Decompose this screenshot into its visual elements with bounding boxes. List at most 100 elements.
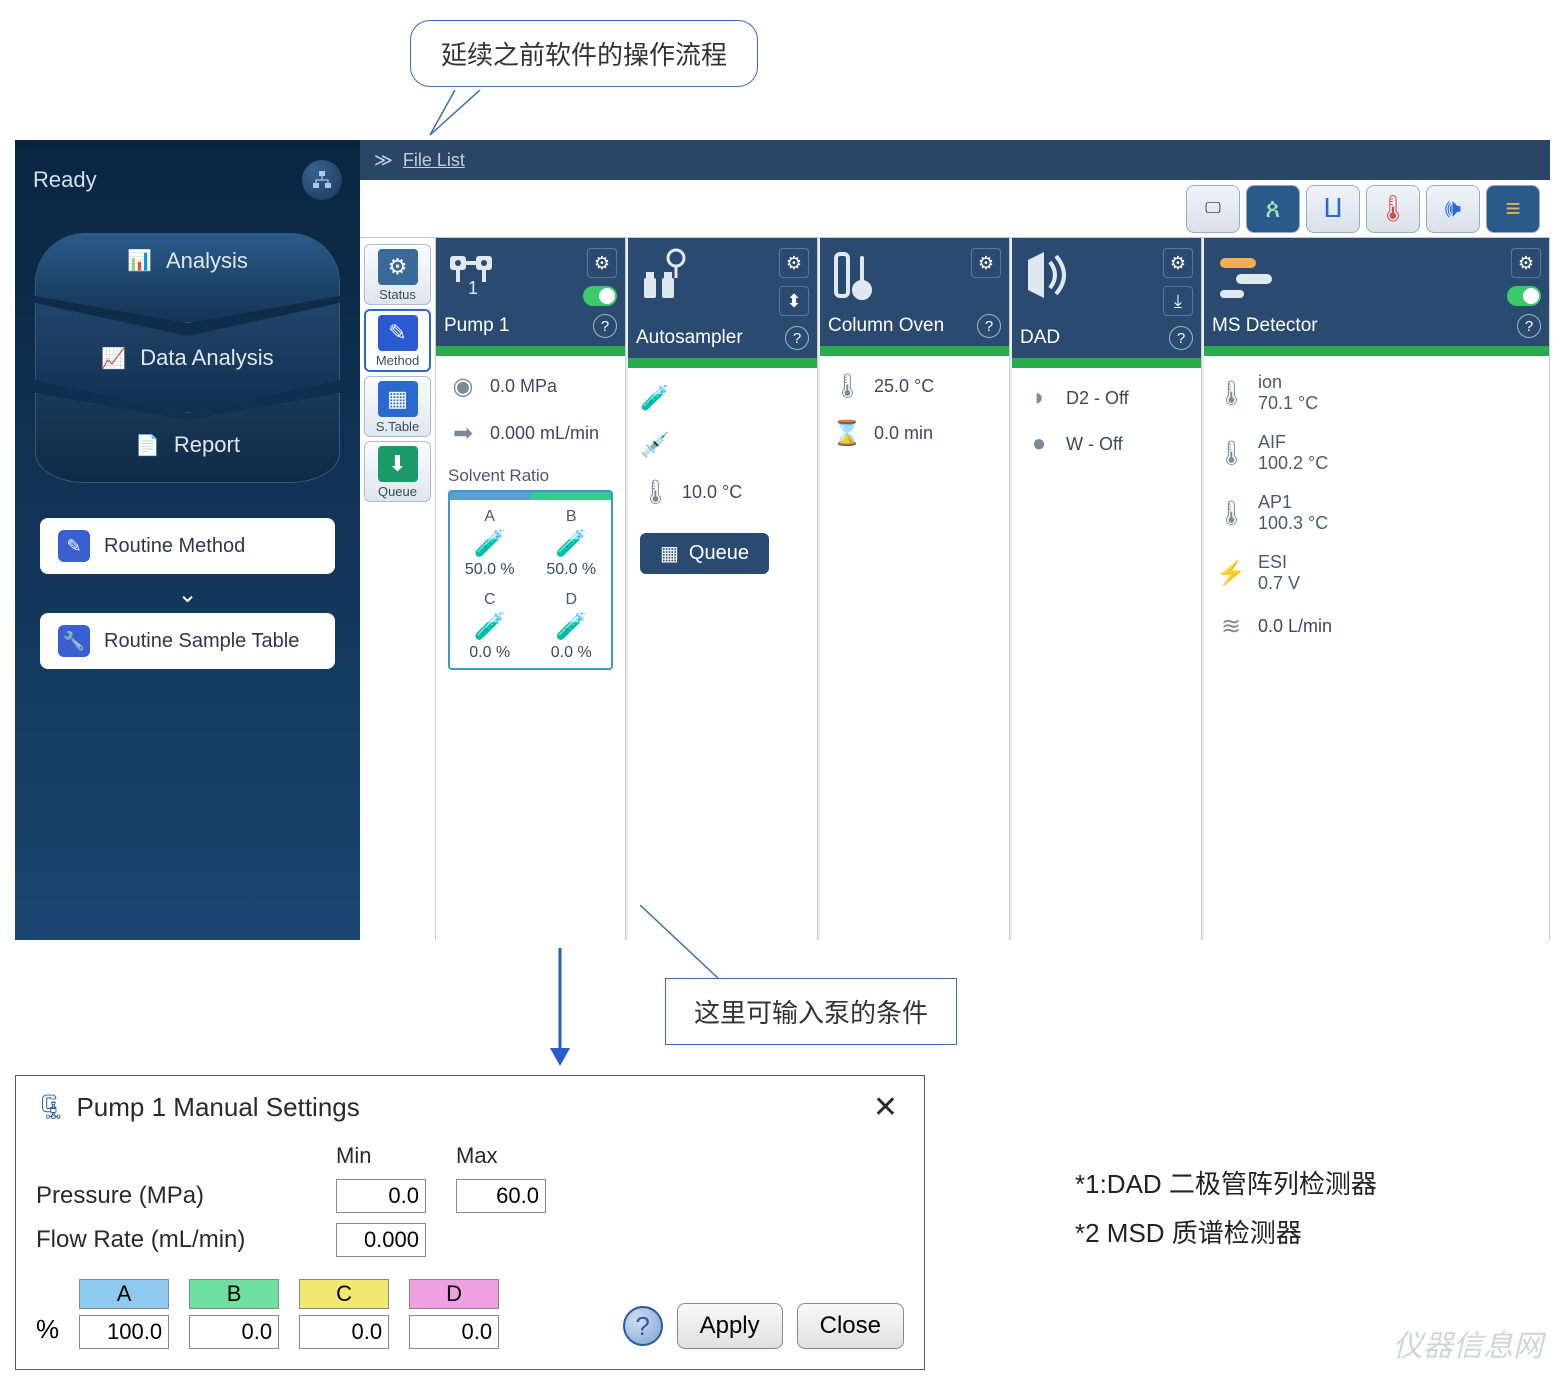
vial-icon: 🧪 bbox=[640, 384, 670, 413]
speaker-icon: 🕪 bbox=[1445, 193, 1461, 225]
tb-autosampler-button[interactable]: ⵡ bbox=[1306, 185, 1360, 233]
thermometer-icon: 🌡 bbox=[1216, 499, 1246, 528]
max-header: Max bbox=[456, 1143, 566, 1169]
network-button[interactable] bbox=[302, 160, 342, 200]
autosampler-settings-button[interactable]: ⚙ bbox=[779, 248, 809, 278]
module-method[interactable]: ✎Method bbox=[364, 309, 431, 372]
dad-settings-button[interactable]: ⚙ bbox=[1163, 248, 1193, 278]
module-queue-label: Queue bbox=[378, 484, 417, 499]
module-queue[interactable]: ⬇ Queue bbox=[364, 441, 431, 502]
tb-ms-button[interactable]: ≡ bbox=[1486, 185, 1540, 233]
solvent-c: C🧪0.0 % bbox=[456, 591, 524, 662]
pump-help-button[interactable]: ? bbox=[593, 314, 617, 338]
card-pump: 1 ⚙ Pump 1 ? bbox=[436, 238, 626, 940]
ms-settings-button[interactable]: ⚙ bbox=[1511, 248, 1541, 278]
flow-rate-label: Flow Rate (mL/min) bbox=[36, 1226, 316, 1254]
module-status[interactable]: ⚙ Status bbox=[364, 244, 431, 305]
apply-button[interactable]: Apply bbox=[677, 1303, 783, 1349]
ms-esi-val: 0.7 V bbox=[1258, 573, 1300, 593]
solvent-a-header: A bbox=[79, 1279, 169, 1309]
solvent-b-col: B bbox=[189, 1279, 279, 1349]
pump-settings-button[interactable]: ⚙ bbox=[587, 248, 617, 278]
pressure-min-input[interactable] bbox=[336, 1179, 426, 1213]
bulb-icon: ● bbox=[1024, 430, 1054, 458]
routine-method-button[interactable]: ✎ Routine Method bbox=[40, 518, 335, 574]
gears-icon: ⚙ bbox=[378, 249, 418, 285]
sidebar: Ready 📊 Analysis 📈 Data Analysis 📄 Repor… bbox=[15, 140, 360, 940]
close-icon[interactable]: ✕ bbox=[867, 1090, 904, 1125]
syringe-icon: 💉 bbox=[640, 431, 670, 460]
vial-icon: ⵡ bbox=[1323, 193, 1343, 224]
solvent-c-input[interactable] bbox=[299, 1315, 389, 1349]
wind-icon: ≋ bbox=[1216, 612, 1246, 641]
routine-sample-table-button[interactable]: 🔧 Routine Sample Table bbox=[40, 613, 335, 669]
bottle-icon: 🧪 bbox=[538, 611, 606, 642]
callout-top: 延续之前软件的操作流程 bbox=[410, 20, 758, 87]
queue-icon: ⬇ bbox=[378, 446, 418, 482]
analysis-icon: 📊 bbox=[127, 248, 152, 273]
module-status-label: Status bbox=[379, 287, 416, 302]
oven-settings-button[interactable]: ⚙ bbox=[971, 248, 1001, 278]
pressure-max-input[interactable] bbox=[456, 1179, 546, 1213]
status-label: Ready bbox=[33, 167, 97, 193]
dad-icon bbox=[1020, 248, 1078, 302]
autosampler-icon bbox=[636, 248, 694, 302]
thermometer-icon: 🌡 bbox=[832, 372, 862, 401]
ms-icon bbox=[1212, 248, 1280, 302]
pump-toggle[interactable] bbox=[583, 286, 617, 306]
autosampler-title: Autosampler bbox=[636, 327, 743, 349]
table-icon: ▦ bbox=[378, 381, 418, 417]
grid-icon: ▦ bbox=[660, 541, 679, 566]
config-icon: 🖵 bbox=[1205, 200, 1220, 218]
min-header: Min bbox=[336, 1143, 436, 1169]
ms-ion-label: ion bbox=[1258, 372, 1282, 392]
ms-help-button[interactable]: ? bbox=[1517, 314, 1541, 338]
pump-pressure: 0.0 MPa bbox=[490, 376, 557, 397]
dad-help-button[interactable]: ? bbox=[1169, 326, 1193, 350]
solvent-d-input[interactable] bbox=[409, 1315, 499, 1349]
ms-ap1-label: AP1 bbox=[1258, 492, 1292, 512]
card-dad: ⚙ ⤓ DAD ? ◗D2 - Off ●W - Off bbox=[1012, 238, 1202, 940]
solvent-b-input[interactable] bbox=[189, 1315, 279, 1349]
gear-icon: ⚙ bbox=[978, 253, 994, 274]
nav-report-label: Report bbox=[174, 432, 240, 458]
pencil-icon: ✎ bbox=[378, 315, 418, 351]
chevron-down-icon: ⌄ bbox=[40, 580, 335, 609]
routine-sample-table-label: Routine Sample Table bbox=[104, 630, 299, 653]
dialog-help-button[interactable]: ? bbox=[623, 1306, 663, 1346]
solvent-c-header: C bbox=[299, 1279, 389, 1309]
autosampler-tray-button[interactable]: ⬍ bbox=[779, 286, 809, 316]
gauge-icon: ◉ bbox=[448, 372, 478, 401]
dad-download-button[interactable]: ⤓ bbox=[1163, 286, 1193, 316]
solvent-box[interactable]: A🧪50.0 % B🧪50.0 % C🧪0.0 % D🧪0.0 % bbox=[448, 490, 613, 670]
gear-icon: ⚙ bbox=[1170, 253, 1186, 274]
close-button[interactable]: Close bbox=[797, 1303, 904, 1349]
solvent-a-col: A bbox=[79, 1279, 169, 1349]
tb-oven-button[interactable]: 🌡 bbox=[1366, 185, 1420, 233]
solvent-ratio-label: Solvent Ratio bbox=[448, 466, 613, 486]
status-bar bbox=[1012, 358, 1201, 368]
pressure-label: Pressure (MPa) bbox=[36, 1182, 316, 1210]
solvent-b: B🧪50.0 % bbox=[538, 508, 606, 579]
file-list-bar[interactable]: ≫ File List bbox=[360, 140, 1550, 180]
flow-rate-input[interactable] bbox=[336, 1223, 426, 1257]
tb-config-button[interactable]: 🖵 bbox=[1186, 185, 1240, 233]
tb-pump-button[interactable]: ጰ bbox=[1246, 185, 1300, 233]
pump-dialog-icon: 🗜 bbox=[36, 1093, 66, 1122]
lightning-icon: ⚡ bbox=[1216, 559, 1246, 588]
svg-text:1: 1 bbox=[468, 278, 478, 298]
solvent-a-input[interactable] bbox=[79, 1315, 169, 1349]
card-ms-detector: ⚙ MS Detector ? 🌡ion70.1 °C 🌡AIF100.2 °C bbox=[1204, 238, 1550, 940]
status-bar bbox=[628, 358, 817, 368]
module-stable[interactable]: ▦S.Table bbox=[364, 376, 431, 437]
wrench-icon: 🔧 bbox=[58, 625, 90, 657]
oven-help-button[interactable]: ? bbox=[977, 314, 1001, 338]
autosampler-help-button[interactable]: ? bbox=[785, 326, 809, 350]
tb-dad-button[interactable]: 🕪 bbox=[1426, 185, 1480, 233]
ms-flow: 0.0 L/min bbox=[1258, 616, 1332, 637]
oven-temp: 25.0 °C bbox=[874, 376, 934, 397]
pump-manual-settings-dialog: 🗜 Pump 1 Manual Settings ✕ MinMax Pressu… bbox=[15, 1075, 925, 1370]
ms-toggle[interactable] bbox=[1507, 286, 1541, 306]
nav-analysis[interactable]: 📊 Analysis bbox=[35, 233, 340, 323]
queue-button[interactable]: ▦Queue bbox=[640, 533, 769, 574]
